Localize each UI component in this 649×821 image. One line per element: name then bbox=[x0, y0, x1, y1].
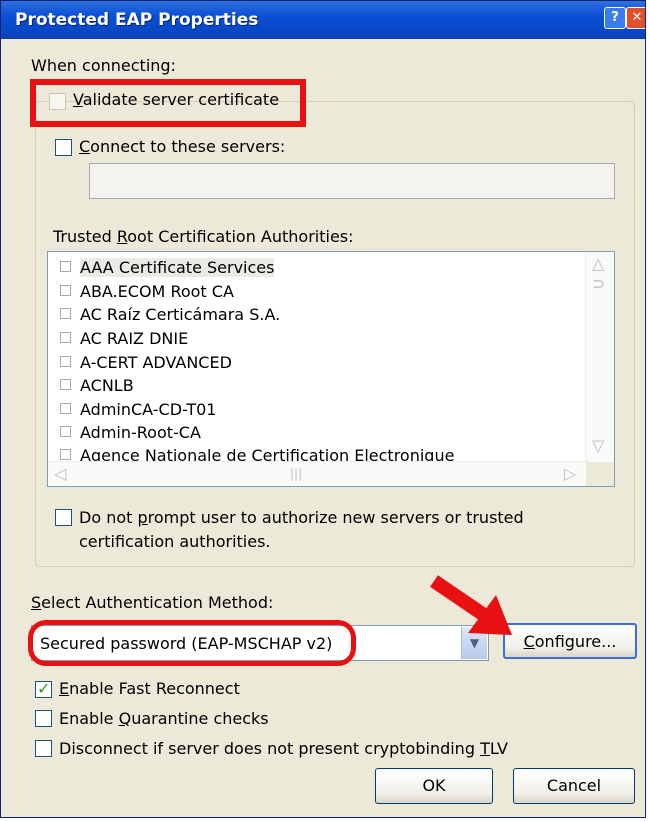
fast-reconnect-checkbox[interactable] bbox=[35, 679, 52, 698]
scroll-thumb[interactable]: ⊃ bbox=[592, 276, 605, 292]
servers-input[interactable] bbox=[89, 163, 615, 199]
cryptobinding-label[interactable]: Disconnect if server does not present cr… bbox=[59, 739, 508, 758]
annotation-oval bbox=[28, 620, 356, 666]
when-connecting-label: When connecting: bbox=[31, 56, 176, 75]
fast-reconnect-label[interactable]: Enable Fast Reconnect bbox=[59, 679, 240, 698]
ca-list-item[interactable]: ACNLB bbox=[60, 376, 134, 398]
quarantine-checkbox[interactable] bbox=[35, 710, 52, 727]
ca-list-item[interactable]: AC RAIZ DNIE bbox=[60, 329, 188, 351]
ca-list-item[interactable]: Admin-Root-CA bbox=[60, 423, 201, 445]
ca-checkbox[interactable] bbox=[60, 426, 71, 437]
quarantine-label[interactable]: Enable Quarantine checks bbox=[59, 709, 269, 728]
ca-checkbox[interactable] bbox=[60, 332, 71, 343]
ca-list-item[interactable]: AAA Certificate Services bbox=[60, 258, 275, 280]
scroll-corner bbox=[586, 462, 614, 486]
ca-checkbox[interactable] bbox=[60, 285, 71, 296]
window-title: Protected EAP Properties bbox=[15, 10, 259, 30]
ca-checkbox[interactable] bbox=[60, 449, 71, 460]
ca-listbox[interactable]: AAA Certificate Services ABA.ECOM Root C… bbox=[47, 251, 615, 487]
horizontal-scrollbar[interactable]: ◁ ||| ▷ bbox=[48, 461, 588, 486]
hscroll-thumb[interactable]: ||| bbox=[290, 466, 302, 482]
dialog-window: Protected EAP Properties ? ✕ When connec… bbox=[0, 0, 646, 818]
no-prompt-label[interactable]: Do not prompt user to authorize new serv… bbox=[79, 506, 524, 554]
scroll-up-icon[interactable]: △ bbox=[592, 256, 604, 272]
cancel-button[interactable]: Cancel bbox=[513, 768, 635, 804]
ca-list-item[interactable]: AC Raíz Certicámara S.A. bbox=[60, 305, 280, 327]
ca-list-item[interactable]: ABA.ECOM Root CA bbox=[60, 282, 234, 304]
ca-list-item[interactable]: A-CERT ADVANCED bbox=[60, 353, 232, 375]
scroll-left-icon[interactable]: ◁ bbox=[54, 466, 66, 482]
vertical-scrollbar[interactable]: △ ⊃ ▽ bbox=[585, 252, 614, 462]
connect-servers-checkbox[interactable] bbox=[55, 139, 72, 156]
annotation-arrow-icon bbox=[430, 575, 512, 635]
select-auth-label: Select Authentication Method: bbox=[31, 593, 274, 612]
ca-checkbox[interactable] bbox=[60, 308, 71, 319]
ca-checkbox[interactable] bbox=[60, 356, 71, 367]
ca-checkbox[interactable] bbox=[60, 403, 71, 414]
ok-button[interactable]: OK bbox=[375, 768, 493, 804]
connect-servers-label[interactable]: Connect to these servers: bbox=[79, 137, 285, 156]
configure-button[interactable]: Configure... bbox=[503, 623, 637, 659]
scroll-right-icon[interactable]: ▷ bbox=[564, 466, 576, 482]
annotation-box bbox=[30, 79, 306, 127]
cryptobinding-checkbox[interactable] bbox=[35, 740, 52, 757]
close-icon[interactable]: ✕ bbox=[626, 7, 645, 29]
no-prompt-checkbox[interactable] bbox=[55, 509, 72, 526]
scroll-down-icon[interactable]: ▽ bbox=[592, 438, 604, 454]
trusted-root-label: Trusted Root Certification Authorities: bbox=[53, 227, 354, 246]
help-icon[interactable]: ? bbox=[604, 7, 626, 29]
title-bar[interactable]: Protected EAP Properties ? ✕ bbox=[1, 1, 645, 39]
ca-checkbox[interactable] bbox=[60, 379, 71, 390]
ca-checkbox[interactable] bbox=[60, 261, 71, 272]
ca-list-item[interactable]: AdminCA-CD-T01 bbox=[60, 400, 216, 422]
